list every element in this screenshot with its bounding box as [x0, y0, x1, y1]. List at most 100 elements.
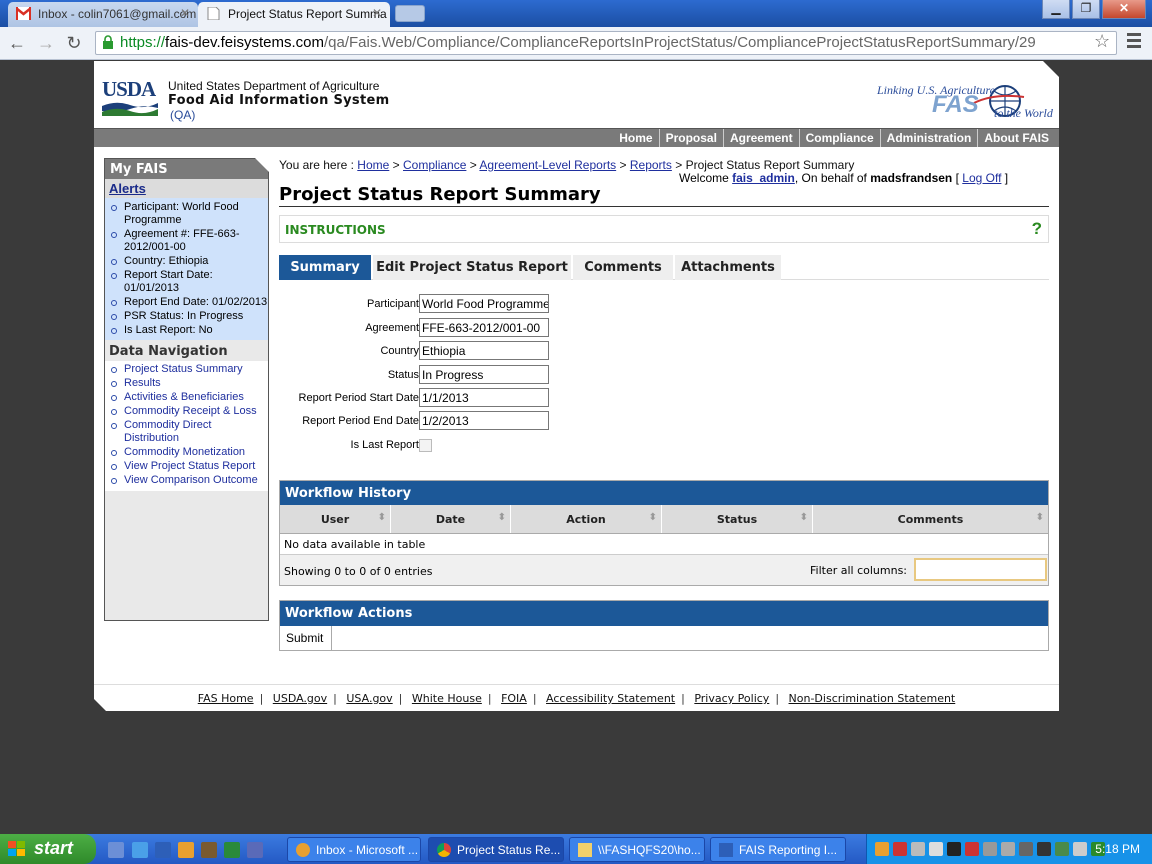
- tray-app-icon[interactable]: [983, 842, 997, 856]
- tray-outlook-icon[interactable]: [875, 842, 889, 856]
- new-tab-button[interactable]: [395, 5, 425, 22]
- breadcrumb-home[interactable]: Home: [357, 158, 389, 172]
- tray-app-icon[interactable]: [1037, 842, 1051, 856]
- form-row-country: Country Ethiopia: [279, 341, 579, 361]
- task-outlook[interactable]: Inbox - Microsoft ...: [287, 837, 421, 862]
- last-report-checkbox[interactable]: [419, 439, 432, 452]
- column-comments[interactable]: Comments: [813, 505, 1048, 533]
- column-user[interactable]: User: [280, 505, 391, 533]
- datanav-commodity-monetization[interactable]: Commodity Monetization: [105, 446, 268, 459]
- footer-usda[interactable]: USDA.gov: [273, 692, 327, 705]
- tray-app-icon[interactable]: [893, 842, 907, 856]
- tray-volume-icon[interactable]: [1073, 842, 1087, 856]
- logoff-link[interactable]: Log Off: [962, 171, 1001, 185]
- instructions-panel[interactable]: INSTRUCTIONS ?: [279, 215, 1049, 243]
- nav-compliance[interactable]: Compliance: [798, 129, 880, 147]
- datanav-commodity-receipt[interactable]: Commodity Receipt & Loss: [105, 405, 268, 418]
- close-icon[interactable]: ✕: [180, 6, 190, 20]
- show-desktop-icon[interactable]: [108, 842, 124, 858]
- word-icon[interactable]: [155, 842, 171, 858]
- nav-proposal[interactable]: Proposal: [658, 129, 723, 147]
- column-status[interactable]: Status: [662, 505, 813, 533]
- reload-icon[interactable]: ↻: [63, 32, 85, 54]
- tray-app-icon[interactable]: [1055, 842, 1069, 856]
- footer-fas-home[interactable]: FAS Home: [198, 692, 254, 705]
- tab-summary[interactable]: Summary: [279, 255, 371, 280]
- browser-tab-active[interactable]: Project Status Report Summa ✕: [198, 2, 390, 27]
- breadcrumb-reports[interactable]: Reports: [630, 158, 672, 172]
- datanav-comparison-outcome[interactable]: View Comparison Outcome: [105, 474, 268, 487]
- tab-comments[interactable]: Comments: [573, 255, 673, 280]
- bookmark-star-icon[interactable]: ☆: [1094, 31, 1110, 52]
- status-field[interactable]: In Progress: [419, 365, 549, 384]
- browser-tab-inbox[interactable]: Inbox - colin7061@gmail.com ✕: [8, 2, 198, 27]
- breadcrumb-compliance[interactable]: Compliance: [403, 158, 466, 172]
- footer-privacy[interactable]: Privacy Policy: [694, 692, 769, 705]
- tray-app-icon[interactable]: [1019, 842, 1033, 856]
- outlook-icon[interactable]: [178, 842, 194, 858]
- ie-icon[interactable]: [132, 842, 148, 858]
- footer-accessibility[interactable]: Accessibility Statement: [546, 692, 675, 705]
- nav-agreement[interactable]: Agreement: [722, 129, 799, 147]
- help-icon[interactable]: ?: [1032, 219, 1042, 239]
- alerts-link[interactable]: Alerts: [105, 179, 268, 198]
- column-date[interactable]: Date: [391, 505, 511, 533]
- tray-warning-icon[interactable]: [947, 842, 961, 856]
- task-label: Project Status Re...: [457, 843, 561, 857]
- task-folder[interactable]: \\FASHQFS20\ho...: [569, 837, 705, 862]
- start-button[interactable]: start: [0, 834, 96, 864]
- app-icon[interactable]: [247, 842, 263, 858]
- task-label: Inbox - Microsoft ...: [316, 843, 419, 857]
- datanav-project-status-summary[interactable]: Project Status Summary: [105, 363, 268, 376]
- menu-icon[interactable]: [1127, 33, 1141, 49]
- tray-search-icon[interactable]: [911, 842, 925, 856]
- nav-administration[interactable]: Administration: [879, 129, 978, 147]
- user-link[interactable]: fais_admin: [732, 171, 795, 185]
- agreement-field[interactable]: FFE-663-2012/001-00: [419, 318, 549, 337]
- nav-home[interactable]: Home: [613, 129, 658, 147]
- form-row-last-report: Is Last Report: [279, 435, 579, 455]
- maximize-button[interactable]: ❐: [1072, 0, 1100, 19]
- back-arrow-icon[interactable]: ←: [6, 32, 28, 54]
- breadcrumb-separator: >: [392, 158, 400, 172]
- nav-about[interactable]: About FAIS: [977, 129, 1055, 147]
- footer-foia[interactable]: FOIA: [501, 692, 527, 705]
- filter-input[interactable]: [914, 558, 1047, 581]
- footer-non-discrimination[interactable]: Non-Discrimination Statement: [789, 692, 956, 705]
- address-bar[interactable]: https://fais-dev.feisystems.com/qa/Fais.…: [95, 31, 1117, 55]
- submit-button[interactable]: Submit: [280, 626, 332, 650]
- excel-icon[interactable]: [224, 842, 240, 858]
- participant-field[interactable]: World Food Programme: [419, 294, 549, 313]
- task-chrome[interactable]: Project Status Re...: [428, 837, 564, 862]
- tab-attachments[interactable]: Attachments: [675, 255, 781, 280]
- workflow-history-title: Workflow History: [280, 481, 1048, 505]
- instructions-label[interactable]: INSTRUCTIONS: [285, 223, 386, 237]
- tray-shield-icon[interactable]: [965, 842, 979, 856]
- column-action[interactable]: Action: [511, 505, 662, 533]
- end-date-field[interactable]: 1/2/2013: [419, 411, 549, 430]
- datanav-results[interactable]: Results: [105, 377, 268, 390]
- footer-white-house[interactable]: White House: [412, 692, 482, 705]
- form-row-end: Report Period End Date 1/2/2013: [279, 411, 579, 431]
- footer-usa[interactable]: USA.gov: [346, 692, 392, 705]
- tab-edit-report[interactable]: Edit Project Status Report: [373, 255, 571, 280]
- task-word[interactable]: FAIS Reporting I...: [710, 837, 846, 862]
- usda-logo-wave-icon: [102, 102, 158, 116]
- datanav-activities[interactable]: Activities & Beneficiaries: [105, 391, 268, 404]
- task-label: \\FASHQFS20\ho...: [598, 843, 701, 857]
- forward-arrow-icon[interactable]: →: [35, 32, 57, 54]
- minimize-button[interactable]: ▁: [1042, 0, 1070, 19]
- usda-logo[interactable]: USDA: [102, 77, 156, 102]
- tray-app-icon[interactable]: [929, 842, 943, 856]
- country-field[interactable]: Ethiopia: [419, 341, 549, 360]
- datanav-view-report[interactable]: View Project Status Report: [105, 460, 268, 473]
- close-icon[interactable]: ✕: [372, 6, 382, 20]
- start-label: start: [34, 838, 74, 858]
- sidebar-title: My FAIS: [105, 159, 268, 179]
- app-icon[interactable]: [201, 842, 217, 858]
- breadcrumb-agreement-reports[interactable]: Agreement-Level Reports: [479, 158, 616, 172]
- tray-network-icon[interactable]: [1001, 842, 1015, 856]
- close-window-button[interactable]: ✕: [1102, 0, 1146, 19]
- start-date-field[interactable]: 1/1/2013: [419, 388, 549, 407]
- datanav-commodity-distribution[interactable]: Commodity Direct Distribution: [105, 419, 268, 445]
